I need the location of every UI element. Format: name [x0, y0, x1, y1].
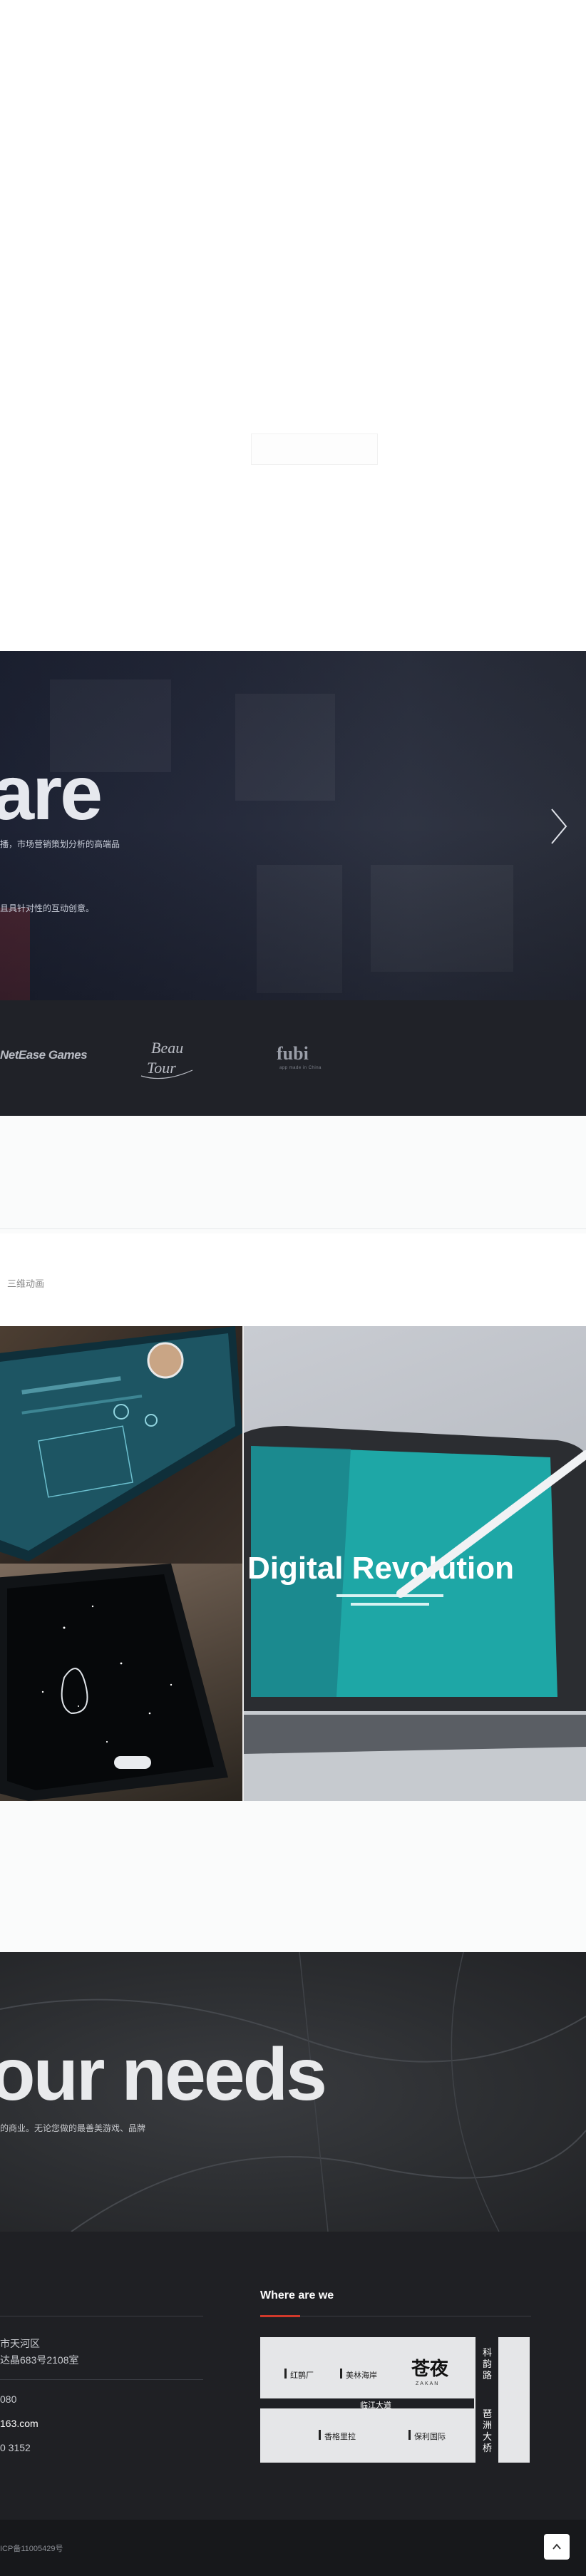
divider	[0, 2379, 203, 2380]
hero-description-2: 且具针对性的互动创意。	[0, 903, 95, 913]
address-line-1: 市天河区	[0, 2338, 40, 2349]
hero-description-1: 播，市场营销策划分析的高端品	[0, 839, 120, 849]
portfolio-item-app[interactable]	[0, 1326, 242, 1564]
contact-fax: 0 3152	[0, 2442, 31, 2453]
portfolio-item-digital-revolution[interactable]: Digital Revolution	[244, 1326, 586, 1801]
top-section	[0, 0, 586, 651]
map-marker	[284, 2369, 287, 2379]
hero-slider: are 播，市场营销策划分析的高端品 且具针对性的互动创意。	[0, 651, 586, 1000]
contact-email[interactable]: 163.com	[0, 2418, 38, 2429]
where-are-we-title: Where are we	[260, 2289, 334, 2302]
footer: 市天河区 达晶683号2108室 080 163.com 0 3152 Wher…	[0, 2232, 586, 2520]
placeholder-box	[251, 433, 378, 465]
logo-fubi: fubi	[277, 1043, 309, 1064]
map-road-label: 琶洲大桥	[483, 2408, 493, 2453]
arrow-up-icon	[552, 2543, 561, 2550]
map-road-label: 科韵路	[483, 2347, 493, 2381]
map-marker	[319, 2430, 321, 2440]
ipad-pro-image: Digital Revolution	[244, 1426, 586, 1801]
portfolio-header	[0, 1116, 586, 1233]
needs-headline: our needs	[0, 2033, 327, 2116]
spacer-section	[0, 1801, 586, 1952]
filter-tab-3d-animation[interactable]: 三维动画	[7, 1276, 44, 1290]
logo-beau-tour: Beau Tour	[140, 1039, 193, 1079]
map-marker	[408, 2430, 411, 2440]
tablet-stars-image	[0, 1564, 228, 1801]
needs-banner: our needs 的商业。无论您做的最善美游戏、品牌	[0, 1952, 586, 2232]
chevron-right-icon[interactable]	[546, 805, 570, 848]
map-company-logo-sub: ZAKAN	[416, 2381, 440, 2386]
digital-revolution-text: Digital Revolution	[247, 1551, 514, 1586]
map-label: 美林海岸	[346, 2371, 377, 2380]
client-logos: NetEase Games Beau Tour fubi app made in…	[0, 1000, 586, 1116]
tablet-app-image	[0, 1326, 242, 1561]
map-label: 保利国际	[414, 2433, 446, 2441]
hero-headline: are	[0, 749, 103, 836]
map-label: 香格里拉	[324, 2433, 356, 2441]
map-road-label: 临江大道	[360, 2401, 391, 2410]
icp-number[interactable]: ICP备11005429号	[0, 2542, 63, 2554]
portfolio-gallery: Digital Revolution	[0, 1326, 586, 1801]
contact-tel: 080	[0, 2393, 17, 2405]
copyright-bar: ICP备11005429号	[0, 2520, 586, 2576]
location-map[interactable]: 红鹊厂 美林海岸 苍夜 ZAKAN 临江大道 香格里拉 保利国际 科韵路 琶洲大…	[260, 2337, 530, 2463]
needs-subtitle: 的商业。无论您做的最善美游戏、品牌	[0, 2123, 146, 2133]
title-accent	[260, 2315, 300, 2317]
map-company-logo: 苍夜	[411, 2359, 449, 2379]
address-line-2: 达晶683号2108室	[0, 2354, 79, 2366]
map-label: 红鹊厂	[290, 2371, 314, 2380]
logo-fubi-tagline: app made in China	[279, 1066, 322, 1070]
map-marker	[340, 2369, 342, 2379]
divider	[0, 1228, 586, 1229]
svg-text:Tour: Tour	[147, 1059, 176, 1077]
logo-netease-games: NetEase Games	[0, 1048, 88, 1062]
back-to-top-button[interactable]	[544, 2534, 570, 2560]
portfolio-item-stars[interactable]	[0, 1564, 242, 1801]
svg-text:Beau: Beau	[151, 1039, 183, 1057]
